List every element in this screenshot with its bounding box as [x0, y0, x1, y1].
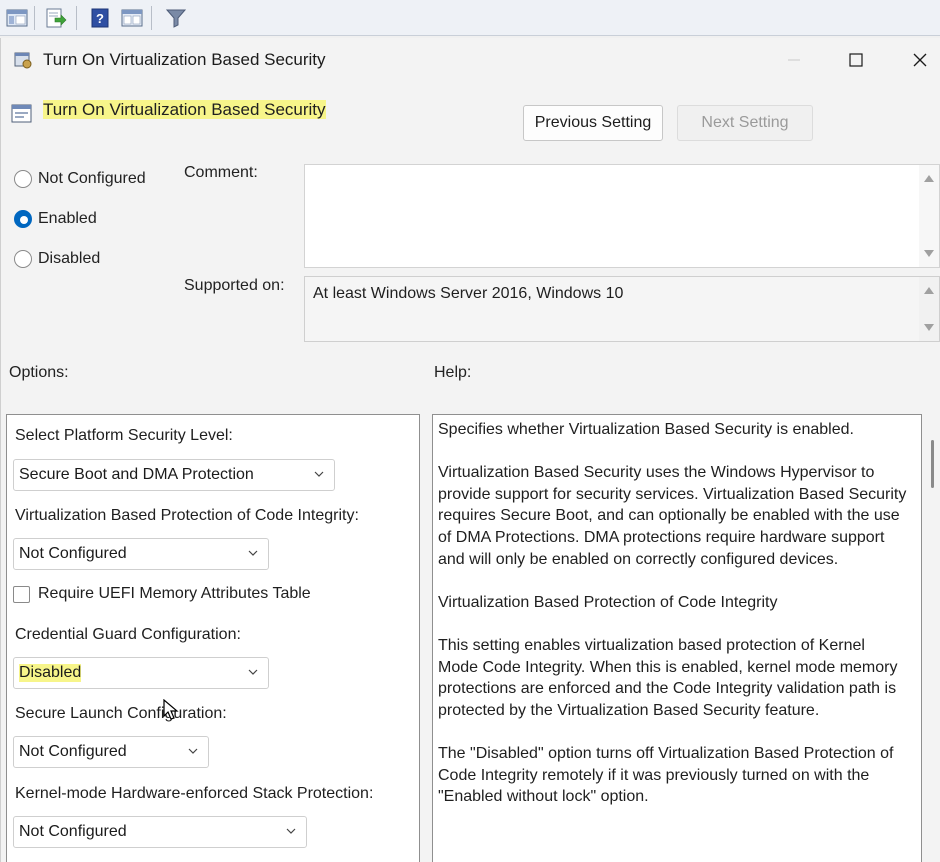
help-paragraph: The "Disabled" option turns off Virtuali… — [438, 744, 894, 806]
chevron-down-icon — [188, 748, 198, 754]
code-integrity-select[interactable]: Not Configured — [13, 538, 269, 570]
uefi-checkbox[interactable] — [13, 585, 30, 603]
console-view-icon[interactable] — [4, 6, 30, 30]
secure-launch-select[interactable]: Not Configured — [13, 736, 209, 768]
uefi-checkbox-row[interactable]: Require UEFI Memory Attributes Table — [13, 585, 311, 603]
supported-scrollbar[interactable] — [919, 277, 939, 341]
previous-setting-button[interactable]: Previous Setting — [523, 105, 663, 141]
help-paragraph: Virtualization Based Protection of Code … — [438, 593, 778, 611]
stack-protection-label: Kernel-mode Hardware-enforced Stack Prot… — [15, 785, 374, 802]
radio-disabled-label: Disabled — [38, 250, 101, 267]
properties-icon[interactable] — [119, 6, 145, 30]
scroll-up-icon[interactable] — [924, 287, 934, 294]
platform-security-value: Secure Boot and DMA Protection — [19, 466, 254, 483]
title-bar: Turn On Virtualization Based Security — [1, 38, 940, 82]
radio-enabled[interactable]: Enabled — [14, 210, 97, 228]
filter-icon[interactable] — [163, 6, 189, 30]
supported-on-value: At least Windows Server 2016, Windows 10 — [313, 285, 624, 302]
scroll-down-icon[interactable] — [924, 324, 934, 331]
options-label: Options: — [9, 364, 69, 381]
credential-guard-label: Credential Guard Configuration: — [15, 626, 241, 643]
comment-textarea[interactable] — [304, 164, 940, 268]
radio-disabled[interactable]: Disabled — [14, 250, 100, 268]
help-text: Specifies whether Virtualization Based S… — [438, 419, 908, 829]
scroll-down-icon[interactable] — [924, 250, 934, 257]
radio-disabled-circle[interactable] — [14, 250, 32, 268]
help-label: Help: — [434, 364, 472, 381]
chevron-down-icon — [248, 669, 258, 675]
setting-name-text: Turn On Virtualization Based Security — [43, 100, 326, 119]
mmc-toolbar: ? — [0, 0, 940, 36]
comment-label: Comment: — [184, 164, 258, 181]
options-panel: Select Platform Security Level: Secure B… — [6, 414, 420, 862]
svg-text:?: ? — [96, 11, 104, 26]
policy-app-icon — [13, 50, 33, 75]
comment-scrollbar[interactable] — [919, 165, 939, 267]
secure-launch-label: Secure Launch Configuration: — [15, 705, 227, 722]
help-paragraph: Virtualization Based Security uses the W… — [438, 464, 907, 568]
maximize-button[interactable] — [841, 46, 871, 74]
policy-setting-dialog: Turn On Virtualization Based Security Tu… — [0, 38, 940, 862]
radio-not-configured-circle[interactable] — [14, 170, 32, 188]
mouse-pointer-icon — [163, 698, 179, 726]
help-scrollbar[interactable] — [923, 414, 940, 862]
platform-security-select[interactable]: Secure Boot and DMA Protection — [13, 459, 335, 491]
credential-guard-select[interactable]: Disabled — [13, 657, 269, 689]
supported-on-box: At least Windows Server 2016, Windows 10 — [304, 276, 940, 342]
help-paragraph: Specifies whether Virtualization Based S… — [438, 421, 854, 438]
radio-not-configured-label: Not Configured — [38, 170, 146, 187]
minimize-button[interactable] — [779, 46, 809, 74]
code-integrity-label: Virtualization Based Protection of Code … — [15, 507, 359, 524]
uefi-checkbox-label: Require UEFI Memory Attributes Table — [38, 585, 311, 602]
chevron-down-icon — [248, 550, 258, 556]
chevron-down-icon — [314, 471, 324, 477]
radio-not-configured[interactable]: Not Configured — [14, 170, 146, 188]
close-button[interactable] — [905, 46, 935, 74]
credential-guard-value: Disabled — [19, 664, 82, 682]
window-title: Turn On Virtualization Based Security — [43, 50, 326, 69]
help-icon[interactable]: ? — [87, 6, 113, 30]
code-integrity-value: Not Configured — [19, 545, 127, 562]
supported-on-label: Supported on: — [184, 277, 285, 294]
next-setting-button[interactable]: Next Setting — [677, 105, 813, 141]
stack-protection-select[interactable]: Not Configured — [13, 816, 307, 848]
setting-name: Turn On Virtualization Based Security — [43, 100, 326, 120]
stack-protection-value: Not Configured — [19, 823, 127, 840]
secure-launch-value: Not Configured — [19, 743, 127, 760]
export-list-icon[interactable] — [43, 6, 69, 30]
chevron-down-icon — [286, 828, 296, 834]
help-paragraph: This setting enables virtualization base… — [438, 636, 898, 719]
radio-enabled-label: Enabled — [38, 210, 97, 227]
policy-setting-icon — [11, 102, 33, 129]
platform-security-label: Select Platform Security Level: — [15, 427, 233, 444]
help-panel: Specifies whether Virtualization Based S… — [432, 414, 922, 862]
scroll-up-icon[interactable] — [924, 175, 934, 182]
help-scroll-thumb[interactable] — [931, 440, 934, 488]
radio-enabled-circle[interactable] — [14, 210, 32, 228]
